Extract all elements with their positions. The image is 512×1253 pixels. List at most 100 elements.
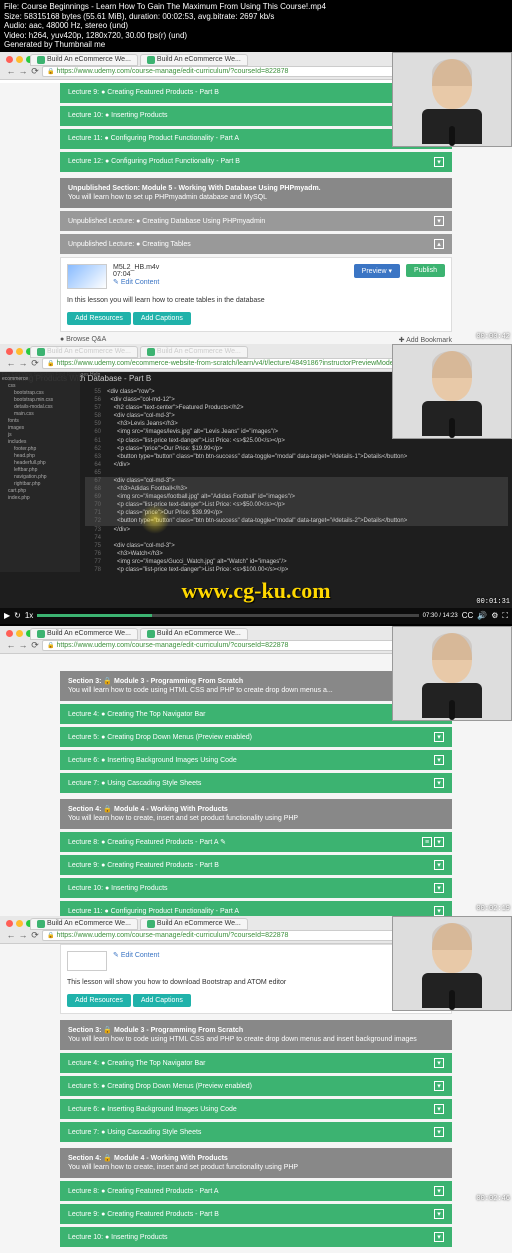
file-tree-item[interactable]: bootstrap.css (2, 390, 78, 397)
lecture-row[interactable]: Lecture 6: ● Inserting Background Images… (60, 750, 452, 770)
lecture-label: Unpublished Lecture: ● Creating Database… (68, 218, 265, 225)
reload-icon[interactable]: ⟳ (30, 640, 40, 650)
add-resources-button[interactable]: Add Resources (67, 994, 131, 1007)
file-tree-item[interactable]: index.php (2, 495, 78, 502)
mac-minimize-icon[interactable] (16, 56, 23, 63)
rewind-icon[interactable]: ↻ (14, 611, 21, 620)
file-tree-item[interactable]: js (2, 432, 78, 439)
file-tree-item[interactable]: rightbar.php (2, 481, 78, 488)
fullscreen-icon[interactable]: ⛶ (502, 611, 508, 621)
pencil-icon (113, 279, 119, 286)
speed-icon[interactable]: 1x (25, 611, 33, 620)
add-captions-button[interactable]: Add Captions (133, 312, 191, 325)
watermark-text: www.cg-ku.com (181, 578, 330, 604)
menu-icon[interactable]: ≡ (422, 837, 432, 847)
forward-icon[interactable]: → (18, 930, 28, 940)
expand-icon[interactable]: ▾ (434, 1081, 444, 1091)
edit-content-link[interactable]: Edit Content (113, 279, 159, 286)
add-captions-button[interactable]: Add Captions (133, 994, 191, 1007)
mac-minimize-icon[interactable] (16, 920, 23, 927)
file-tree-item[interactable]: footer.php (2, 446, 78, 453)
edit-content-link[interactable]: Edit Content (113, 951, 159, 971)
forward-icon[interactable]: → (18, 358, 28, 368)
file-tree-item[interactable]: details-modal.css (2, 404, 78, 411)
expand-icon[interactable]: ▾ (434, 1186, 444, 1196)
preview-button[interactable]: Preview ▾ (354, 264, 400, 278)
file-tree-sidebar[interactable]: ecommerce css bootstrap.css bootstrap.mi… (0, 372, 80, 572)
expand-icon[interactable]: ▾ (434, 157, 444, 167)
unpublished-lecture-row[interactable]: Unpublished Lecture: ● Creating Database… (60, 211, 452, 231)
reload-icon[interactable]: ⟳ (30, 66, 40, 76)
tab-title: Build An eCommerce We... (47, 630, 131, 637)
expand-icon[interactable]: ▾ (434, 1058, 444, 1068)
lecture-row[interactable]: Lecture 9: ● Creating Featured Products … (60, 1204, 452, 1224)
file-tree-item[interactable]: images (2, 425, 78, 432)
collapse-icon[interactable]: ▴ (434, 239, 444, 249)
file-tree-item[interactable]: leftbar.php (2, 467, 78, 474)
volume-icon[interactable]: 🔊 (477, 611, 487, 620)
lecture-row[interactable]: Lecture 4: ● Creating The Top Navigator … (60, 1053, 452, 1073)
lecture-row[interactable]: Lecture 8: ● Creating Featured Products … (60, 832, 452, 852)
expand-icon[interactable]: ▾ (434, 1232, 444, 1242)
back-icon[interactable]: ← (6, 930, 16, 940)
settings-icon[interactable]: ⚙ (491, 611, 498, 620)
back-icon[interactable]: ← (6, 358, 16, 368)
lecture-row[interactable]: Lecture 10: ● Inserting Products▾ (60, 878, 452, 898)
unpublished-lecture-row[interactable]: Unpublished Lecture: ● Creating Tables▴ (60, 234, 452, 254)
video-thumbnail[interactable] (67, 264, 107, 289)
lecture-row[interactable]: Lecture 5: ● Creating Drop Down Menus (P… (60, 1076, 452, 1096)
add-resources-button[interactable]: Add Resources (67, 312, 131, 325)
browse-qa-link[interactable]: ● Browse Q&A (60, 336, 106, 344)
add-bookmark-link[interactable]: ✚ Add Bookmark (399, 336, 452, 344)
expand-icon[interactable]: ▾ (434, 1127, 444, 1137)
mac-close-icon[interactable] (6, 630, 13, 637)
lecture-row[interactable]: Lecture 8: ● Creating Featured Products … (60, 1181, 452, 1201)
file-tree-item[interactable]: css (2, 383, 78, 390)
file-tree-item[interactable]: headerfull.php (2, 460, 78, 467)
lecture-row[interactable]: Lecture 10: ● Inserting Products ▾ (60, 1227, 452, 1247)
expand-icon[interactable]: ▾ (434, 860, 444, 870)
expand-icon[interactable]: ▾ (434, 216, 444, 226)
lecture-row[interactable]: Lecture 7: ● Using Cascading Style Sheet… (60, 773, 452, 793)
back-icon[interactable]: ← (6, 66, 16, 76)
lecture-label: Lecture 10: ● Inserting Products (68, 1234, 168, 1241)
file-tree-item[interactable]: navigation.php (2, 474, 78, 481)
progress-bar[interactable] (37, 614, 418, 617)
expand-icon[interactable]: ▾ (434, 906, 444, 916)
file-tree-item[interactable]: includes (2, 439, 78, 446)
microphone-icon (449, 700, 455, 720)
file-tree-item[interactable]: fonts (2, 418, 78, 425)
mac-close-icon[interactable] (6, 348, 13, 355)
file-tree-item[interactable]: ecommerce (2, 376, 78, 383)
expand-icon[interactable]: ▾ (434, 883, 444, 893)
lecture-row[interactable]: Lecture 5: ● Creating Drop Down Menus (P… (60, 727, 452, 747)
mac-close-icon[interactable] (6, 56, 13, 63)
reload-icon[interactable]: ⟳ (30, 358, 40, 368)
file-tree-item[interactable]: cart.php (2, 488, 78, 495)
file-tree-item[interactable]: bootstrap.min.css (2, 397, 78, 404)
publish-button[interactable]: Publish (406, 264, 445, 277)
reload-icon[interactable]: ⟳ (30, 930, 40, 940)
captions-icon[interactable]: CC (462, 611, 474, 620)
play-icon[interactable]: ▶ (4, 611, 10, 620)
expand-icon[interactable]: ▾ (434, 755, 444, 765)
back-icon[interactable]: ← (6, 640, 16, 650)
expand-icon[interactable]: ▾ (434, 1209, 444, 1219)
section-subtitle: You will learn how to set up PHPmyadmin … (68, 194, 267, 201)
forward-icon[interactable]: → (18, 66, 28, 76)
mac-minimize-icon[interactable] (16, 348, 23, 355)
forward-icon[interactable]: → (18, 640, 28, 650)
expand-icon[interactable]: ▾ (434, 732, 444, 742)
mac-close-icon[interactable] (6, 920, 13, 927)
lecture-row[interactable]: Lecture 12: ● Configuring Product Functi… (60, 152, 452, 172)
mac-minimize-icon[interactable] (16, 630, 23, 637)
file-tree-item[interactable]: head.php (2, 453, 78, 460)
file-duration: 07:04 (113, 271, 348, 278)
expand-icon[interactable]: ▾ (434, 778, 444, 788)
lecture-row[interactable]: Lecture 6: ● Inserting Background Images… (60, 1099, 452, 1119)
lecture-row[interactable]: Lecture 9: ● Creating Featured Products … (60, 855, 452, 875)
expand-icon[interactable]: ▾ (434, 1104, 444, 1114)
file-tree-item[interactable]: main.css (2, 411, 78, 418)
lecture-row[interactable]: Lecture 7: ● Using Cascading Style Sheet… (60, 1122, 452, 1142)
expand-icon[interactable]: ▾ (434, 837, 444, 847)
